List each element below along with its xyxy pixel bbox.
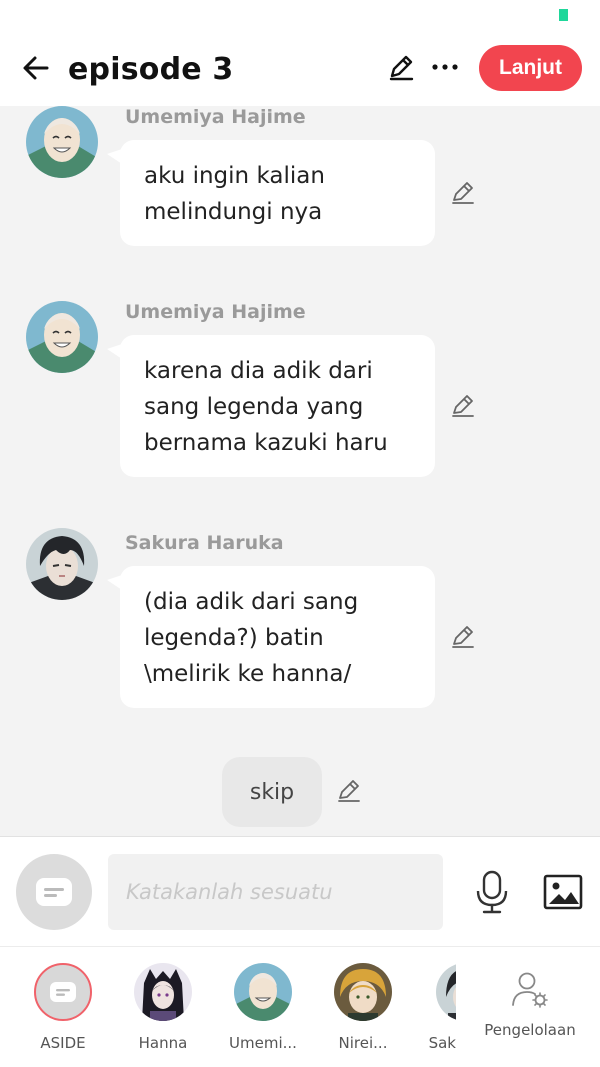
avatar-umemiya [234,963,292,1021]
character-label: Hanna [138,1034,188,1052]
character-tab-sakura[interactable]: Sak [410,963,456,1052]
character-portrait [26,106,98,178]
character-label: ASIDE [40,1034,86,1052]
manage-label: Pengelolaan [484,1021,576,1039]
pencil-icon [389,55,414,81]
pencil-icon [338,780,360,802]
message-box-icon [50,982,76,1002]
arrow-left-icon [23,56,49,80]
status-indicator [559,9,568,21]
sender-name: Sakura Haruka [125,532,284,554]
episode-title: episode 3 [68,52,234,87]
character-label: Umemi... [229,1034,297,1052]
user-settings-icon [512,972,548,1008]
edit-message-button[interactable] [448,622,478,652]
narration-bubble[interactable]: skip [222,757,322,827]
more-dots-icon [432,64,458,70]
chat-area[interactable]: Umemiya Hajime aku ingin kalian melindun… [0,106,600,836]
character-selector: ASIDE Hanna Umemi... Nirei... Sak Pengel… [0,946,600,1067]
edit-narration-button[interactable] [334,776,364,806]
message-box-icon [36,878,72,906]
character-tab-umemiya[interactable]: Umemi... [218,963,308,1052]
image-upload-button[interactable] [540,869,586,915]
character-portrait [334,963,392,1021]
chat-story-editor: episode 3 Lanjut Umemiya Hajime aku ingi… [0,0,600,1067]
header-bar: episode 3 Lanjut [0,30,600,106]
image-icon [543,874,583,910]
pencil-icon [452,182,474,204]
character-portrait [134,963,192,1021]
avatar-hanna [134,963,192,1021]
character-label: Nirei... [338,1034,388,1052]
avatar-umemiya[interactable] [26,301,98,373]
character-portrait [26,528,98,600]
microphone-button[interactable] [470,867,514,917]
microphone-icon [476,870,508,914]
avatar-umemiya[interactable] [26,106,98,178]
avatar-sakura [436,963,456,1021]
character-tab-nirei[interactable]: Nirei... [318,963,408,1052]
aside-toggle-button[interactable] [16,854,92,930]
more-options-button[interactable] [428,50,462,84]
next-button[interactable]: Lanjut [479,45,582,91]
edit-title-button[interactable] [384,50,418,84]
pencil-icon [452,395,474,417]
character-portrait [234,963,292,1021]
aside-avatar [34,963,92,1021]
back-button[interactable] [16,48,56,88]
message-bubble[interactable]: (dia adik dari sang legenda?) batin \mel… [120,566,435,708]
message-bubble[interactable]: aku ingin kalian melindungi nya [120,140,435,246]
edit-message-button[interactable] [448,391,478,421]
character-label: Sak [428,1034,456,1052]
message-bubble[interactable]: karena dia adik dari sang legenda yang b… [120,335,435,477]
character-portrait [436,963,456,1021]
message-input[interactable] [108,854,443,930]
character-tab-aside[interactable]: ASIDE [18,963,108,1052]
character-portrait [26,301,98,373]
status-bar [0,0,600,30]
sender-name: Umemiya Hajime [125,106,306,128]
character-tab-hanna[interactable]: Hanna [118,963,208,1052]
avatar-sakura[interactable] [26,528,98,600]
sender-name: Umemiya Hajime [125,301,306,323]
edit-message-button[interactable] [448,178,478,208]
avatar-nirei [334,963,392,1021]
pencil-icon [452,626,474,648]
manage-characters-button[interactable]: Pengelolaan [480,971,580,1039]
message-composer [0,836,600,946]
